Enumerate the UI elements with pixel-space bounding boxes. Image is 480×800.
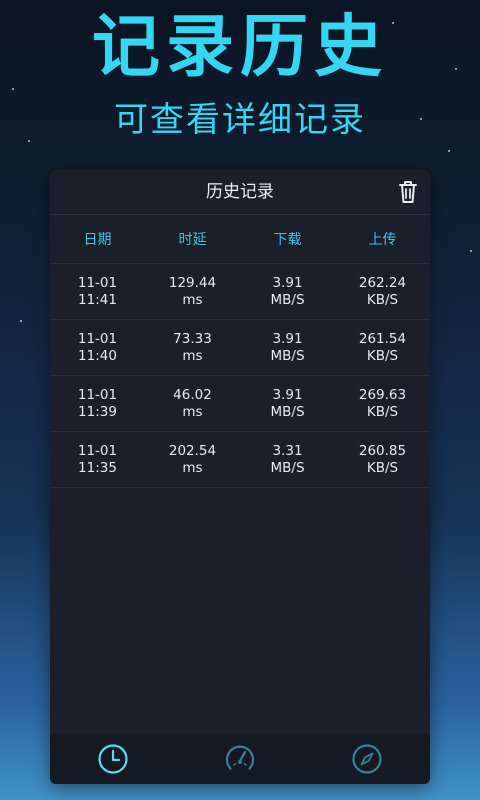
time-text: 11:41 xyxy=(78,291,117,308)
card-title: 历史记录 xyxy=(206,182,274,202)
latency-value: 73.33 xyxy=(173,330,212,347)
table-row[interactable]: 11-01 11:40 73.33 ms 3.91 MB/S 261.54 KB/S xyxy=(50,320,430,376)
date-cell: 11-01 11:41 xyxy=(50,275,145,309)
nav-history[interactable] xyxy=(50,734,177,784)
table-row[interactable]: 11-01 11:41 129.44 ms 3.91 MB/S 262.24 KB/S xyxy=(50,264,430,320)
upload-value: 260.85 xyxy=(358,442,407,459)
date-cell: 11-01 11:39 xyxy=(50,387,145,421)
star-decoration xyxy=(470,250,472,252)
download-cell: 3.91 MB/S xyxy=(240,331,335,365)
column-header-date: 日期 xyxy=(83,232,112,248)
latency-unit: ms xyxy=(182,347,203,364)
latency-value: 129.44 xyxy=(168,274,217,291)
time-text: 11:35 xyxy=(78,459,117,476)
latency-value: 202.54 xyxy=(168,442,217,459)
upload-cell: 269.63 KB/S xyxy=(335,387,430,421)
date-cell: 11-01 11:35 xyxy=(50,443,145,477)
date-cell: 11-01 11:40 xyxy=(50,331,145,365)
latency-value: 46.02 xyxy=(173,386,212,403)
download-value: 3.91 xyxy=(272,386,303,403)
latency-unit: ms xyxy=(182,291,203,308)
upload-value: 269.63 xyxy=(358,386,407,403)
upload-unit: KB/S xyxy=(366,291,399,308)
download-value: 3.91 xyxy=(272,330,303,347)
nav-discover[interactable] xyxy=(303,734,430,784)
star-decoration xyxy=(12,88,14,90)
clock-icon xyxy=(98,744,128,774)
download-cell: 3.91 MB/S xyxy=(240,275,335,309)
date-text: 11-01 xyxy=(77,330,118,347)
download-unit: MB/S xyxy=(270,459,305,476)
hero-subtitle: 可查看详细记录 xyxy=(114,100,366,140)
date-text: 11-01 xyxy=(77,274,118,291)
time-text: 11:39 xyxy=(78,403,117,420)
latency-cell: 129.44 ms xyxy=(145,275,240,309)
download-unit: MB/S xyxy=(270,403,305,420)
latency-cell: 202.54 ms xyxy=(145,443,240,477)
compass-icon xyxy=(352,744,382,774)
time-text: 11:40 xyxy=(78,347,117,364)
bottom-nav xyxy=(50,734,430,784)
delete-history-button[interactable] xyxy=(396,179,420,205)
star-decoration xyxy=(20,320,22,322)
upload-unit: KB/S xyxy=(366,403,399,420)
latency-unit: ms xyxy=(182,459,203,476)
upload-cell: 262.24 KB/S xyxy=(335,275,430,309)
column-header-upload: 上传 xyxy=(368,232,397,248)
date-text: 11-01 xyxy=(77,442,118,459)
download-value: 3.31 xyxy=(272,442,303,459)
upload-value: 261.54 xyxy=(358,330,407,347)
table-row[interactable]: 11-01 11:39 46.02 ms 3.91 MB/S 269.63 KB/S xyxy=(50,376,430,432)
download-cell: 3.91 MB/S xyxy=(240,387,335,421)
trash-icon xyxy=(399,181,417,203)
latency-cell: 46.02 ms xyxy=(145,387,240,421)
latency-cell: 73.33 ms xyxy=(145,331,240,365)
upload-value: 262.24 xyxy=(358,274,407,291)
date-text: 11-01 xyxy=(77,386,118,403)
upload-cell: 261.54 KB/S xyxy=(335,331,430,365)
history-card: 历史记录 日期 时延 下载 上传 11-01 11:41 129.44 ms 3.9… xyxy=(50,170,430,784)
table-row[interactable]: 11-01 11:35 202.54 ms 3.31 MB/S 260.85 KB/S xyxy=(50,432,430,488)
download-unit: MB/S xyxy=(270,347,305,364)
column-header-latency: 时延 xyxy=(178,232,207,248)
upload-unit: KB/S xyxy=(366,347,399,364)
upload-cell: 260.85 KB/S xyxy=(335,443,430,477)
upload-unit: KB/S xyxy=(366,459,399,476)
nav-speedtest[interactable] xyxy=(177,734,304,784)
table-header: 日期 时延 下载 上传 xyxy=(50,215,430,264)
download-value: 3.91 xyxy=(272,274,303,291)
column-header-download: 下载 xyxy=(273,232,302,248)
card-header: 历史记录 xyxy=(50,170,430,215)
speedometer-icon xyxy=(225,745,255,770)
hero-title: 记录历史 xyxy=(91,8,388,87)
star-decoration xyxy=(448,150,450,152)
download-unit: MB/S xyxy=(270,291,305,308)
latency-unit: ms xyxy=(182,403,203,420)
download-cell: 3.31 MB/S xyxy=(240,443,335,477)
